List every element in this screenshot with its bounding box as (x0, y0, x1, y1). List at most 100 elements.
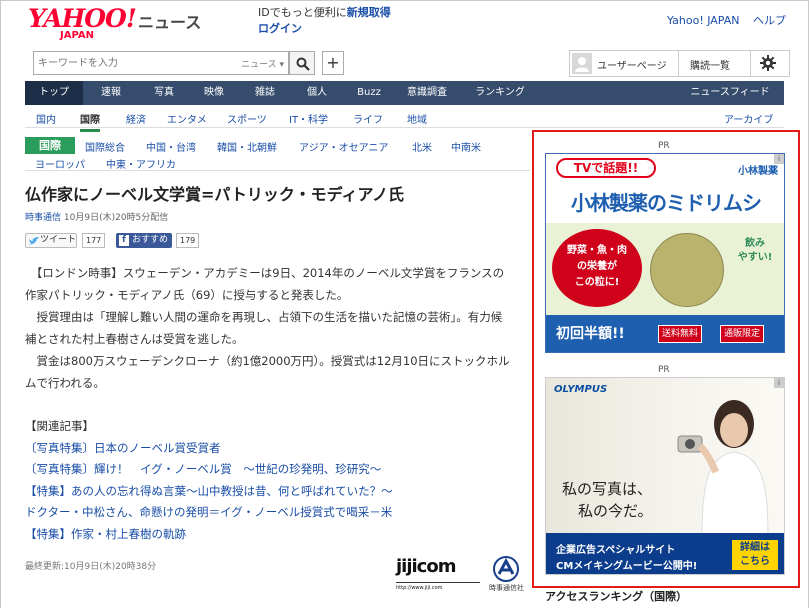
category-badge: 国際 (25, 137, 75, 154)
related-header: 【関連記事】 (25, 419, 94, 433)
pr-label: PR (658, 141, 670, 151)
category-china-taiwan[interactable]: 中国・台湾 (146, 139, 196, 154)
user-page-link[interactable]: ユーザーページ (597, 57, 667, 72)
gear-icon[interactable] (760, 55, 776, 71)
subnav-domestic[interactable]: 国内 (36, 111, 56, 126)
article-paragraph: 賞金は800万スウェーデンクローナ（約1億2000万円）。授賞式は12月10日に… (36, 354, 510, 368)
ad-footer-line: CMメイキングムービー公開中! (556, 561, 698, 572)
nav-photo[interactable]: 写真 (139, 81, 189, 105)
ad-caption: 私の写真は、 私の今だ。 (562, 478, 653, 522)
access-ranking-heading: アクセスランキング（国際） (545, 590, 688, 603)
free-shipping-tag: 送料無料 (658, 325, 703, 343)
logo-main-text: YAHOO! (28, 4, 137, 33)
search-icon (296, 57, 310, 71)
yahoo-japan-logo[interactable]: YAHOO! JAPAN (28, 4, 137, 41)
facebook-recommend-button[interactable]: f おすすめ (116, 233, 172, 248)
related-link[interactable]: 【特集】あの人の忘れ得ぬ言葉～山中教授は昔、何と呼ばれていた？～ (25, 481, 530, 503)
divider (678, 51, 679, 76)
mail-order-tag: 通販限定 (720, 325, 765, 343)
subnav-economy[interactable]: 経済 (126, 111, 146, 126)
nav-survey[interactable]: 意識調査 (395, 81, 459, 105)
twitter-bird-icon (29, 237, 39, 245)
subnav-sports[interactable]: スポーツ (227, 111, 267, 126)
jiji-press-logo[interactable]: 時事通信社 (489, 556, 525, 592)
article-paragraph: ムで行われる。 (25, 376, 105, 390)
related-link[interactable]: ドクター・中松さん、命懸けの発明＝イグ・ノーベル授賞式で喝采－米 (25, 502, 530, 524)
id-promo: IDでもっと便利に新規取得 (258, 6, 391, 20)
jijicom-url: http://www.jiji.com (396, 585, 443, 591)
facebook-label: おすすめ (132, 235, 169, 245)
related-link[interactable]: 〔写真特集〕日本のノーベル賞受賞者 (25, 438, 530, 460)
nav-breaking[interactable]: 速報 (83, 81, 139, 105)
facebook-count: 179 (176, 233, 200, 248)
category-korea[interactable]: 韓国・北朝鮮 (217, 139, 277, 154)
subnav-life[interactable]: ライフ (353, 111, 383, 126)
ad-middle: 野菜・魚・肉 の栄養が この粒に! 飲み やすい! (546, 223, 784, 315)
news-logo-text[interactable]: ニュース (138, 9, 201, 33)
divider (750, 51, 751, 76)
facebook-icon: f (119, 235, 129, 246)
caption-line: 私の今だ。 (578, 502, 653, 520)
easy-to-drink-text: 飲み やすい! (737, 238, 773, 263)
tweet-label: ツイート (40, 235, 77, 245)
add-button[interactable]: + (322, 51, 344, 75)
subnav-entertainment[interactable]: エンタメ (167, 111, 207, 126)
kobayashi-ad-banner[interactable]: TVで話題!! 小林製薬 小林製薬のミドリムシ 野菜・魚・肉 の栄養が この粒に… (545, 153, 785, 353)
category-world-general[interactable]: 国際総合 (85, 139, 125, 154)
nav-video[interactable]: 映像 (189, 81, 239, 105)
avatar[interactable] (572, 53, 592, 74)
category-asia-oceania[interactable]: アジア・オセアニア (299, 139, 388, 154)
last-updated: 最終更新:10月9日(木)20時38分 (25, 562, 157, 572)
olympus-brand: OLYMPUS (554, 384, 608, 395)
jijicom-logo-text: jijicom (396, 556, 456, 577)
subscribe-list-link[interactable]: 購読一覧 (690, 57, 730, 72)
nav-ranking[interactable]: ランキング (459, 81, 541, 105)
search-scope-select[interactable]: ニュース ▾ (241, 57, 284, 70)
subnav-archive[interactable]: アーカイブ (724, 111, 773, 126)
sub-nav: 国内 国際 経済 エンタメ スポーツ IT・科学 ライフ 地域 アーカイブ (25, 108, 784, 132)
article-paragraph: 補とされた村上春樹さんは受賞を逃した。 (25, 332, 244, 346)
article-title: 仏作家にノーベル文学賞=パトリック・モディアノ氏 (25, 185, 405, 204)
login-link[interactable]: ログイン (258, 20, 302, 36)
related-link[interactable]: 【特集】作家・村上春樹の軌跡 (25, 524, 530, 546)
article-paragraph: 授賞理由は「理解し難い人間の運命を再現し、占領下の生活を描いた記憶の芸術」。有力… (36, 310, 503, 324)
top-links: Yahoo! JAPAN ヘルプ (657, 12, 786, 28)
related-link[interactable]: 〔写真特集〕輝け！ イグ・ノーベル賞 ～世紀の珍発明、珍研究～ (25, 459, 530, 481)
subnav-international[interactable]: 国際 (80, 111, 100, 132)
yahoo-japan-link[interactable]: Yahoo! JAPAN (667, 14, 740, 27)
category-bar: 国際 国際総合 中国・台湾 韓国・北朝鮮 アジア・オセアニア 北米 中南米 ヨー… (25, 137, 530, 171)
article-paragraph: 作家パトリック・モディアノ氏（69）に授与すると発表した。 (25, 288, 349, 302)
search-input[interactable] (38, 53, 208, 73)
category-europe[interactable]: ヨーロッパ (35, 156, 85, 171)
nav-buzz[interactable]: Buzz (343, 81, 395, 105)
ad-footer: 企業広告スペシャルサイト CMメイキングムービー公開中! 詳細は こちら (546, 533, 784, 574)
register-link[interactable]: 新規取得 (347, 6, 391, 19)
search-button[interactable] (289, 51, 315, 75)
tweet-button[interactable]: ツイート (25, 233, 77, 248)
ad-title: 小林製薬のミドリムシ (546, 185, 784, 223)
user-area: ユーザーページ 購読一覧 (569, 50, 790, 77)
half-price-text: 初回半額!! (556, 326, 625, 342)
nav-magazine[interactable]: 雑誌 (239, 81, 291, 105)
ad-brand: 小林製薬 (738, 166, 778, 177)
category-middle-east-africa[interactable]: 中東・アフリカ (106, 156, 176, 171)
category-north-america[interactable]: 北米 (412, 139, 432, 154)
category-latin-america[interactable]: 中南米 (451, 139, 481, 154)
article-source-link[interactable]: 時事通信 (25, 213, 61, 223)
olympus-ad-banner[interactable]: OLYMPUS 私の写真は、 私の今だ。 企業広告スペシャルサイト CMメイキン… (545, 377, 785, 575)
category-row-2: ヨーロッパ 中東・アフリカ (25, 155, 530, 171)
nav-newsfeed[interactable]: ニュースフィード (680, 81, 780, 105)
nav-top[interactable]: トップ (25, 81, 83, 105)
help-link[interactable]: ヘルプ (753, 14, 786, 27)
details-button[interactable]: 詳細は こちら (732, 540, 778, 570)
ad-info-icon[interactable]: i (774, 154, 784, 164)
article-paragraph: 【ロンドン時事】スウェーデン・アカデミーは9日、2014年のノーベル文学賞をフラ… (36, 266, 505, 280)
subnav-it-science[interactable]: IT・科学 (289, 111, 328, 126)
id-promo-text: IDでもっと便利に (258, 6, 347, 19)
pr-label: PR (658, 365, 670, 375)
nav-individual[interactable]: 個人 (291, 81, 343, 105)
jijicom-logo[interactable]: jijicom http://www.jiji.com (396, 556, 480, 591)
ad-info-icon[interactable]: i (774, 378, 784, 388)
subnav-region[interactable]: 地域 (407, 111, 427, 126)
search-row: ニュース ▾ + ユーザーページ 購読一覧 (25, 50, 790, 78)
